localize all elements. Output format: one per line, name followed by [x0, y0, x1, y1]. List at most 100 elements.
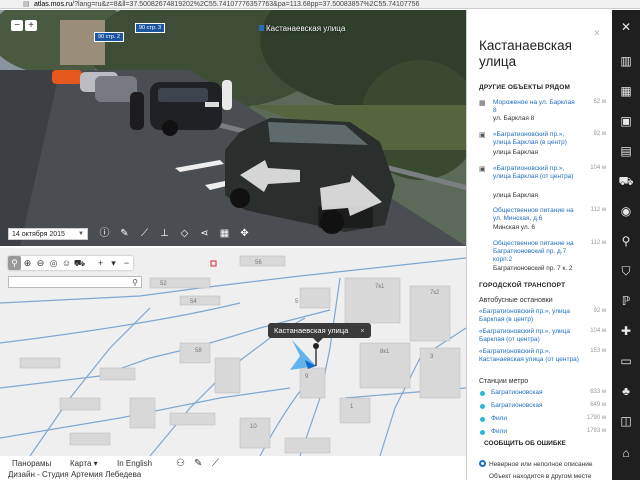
metro-distance: 1790 м [586, 415, 606, 421]
home-icon[interactable]: ⌂ [612, 446, 640, 460]
shop-icon: ▦ [479, 100, 486, 107]
panorama-image [0, 10, 466, 246]
bus-stop-name[interactable]: «Багратионовский пр.», улица Барклая (в … [479, 308, 579, 324]
bicycle-icon[interactable]: ⚲ [612, 234, 640, 248]
bottom-bar: Панорамы Карта ▾ In English ⚇ ✎ ⟋ Дизайн… [0, 456, 466, 480]
map-type-select[interactable]: Карта ▾ [70, 459, 98, 468]
theater-icon[interactable]: ▤ [612, 144, 640, 158]
grid-icon[interactable]: ▦ [218, 227, 231, 240]
separator [86, 256, 94, 270]
nearby-item-distance: 112 м [590, 207, 606, 213]
pano-date-select[interactable]: 14 октября 2015 ▼ [8, 228, 88, 240]
report-option[interactable]: Неверное или неполное описание [479, 460, 593, 468]
bus-icon[interactable]: ▣ [612, 114, 640, 128]
metro-name[interactable]: Багратионовская [491, 389, 543, 396]
nearby-item-name[interactable]: Общественное питание на Багратионовский … [493, 240, 579, 264]
house-badge[interactable]: 90 стр. 2 [94, 32, 125, 42]
tree-icon[interactable]: ♣ [612, 384, 640, 398]
pano-zoom-out-button[interactable]: − [11, 20, 23, 31]
page-icon: ▤ [23, 1, 30, 8]
report-error-button[interactable]: СООБЩИТЬ ОБ ОШИБКЕ [484, 440, 566, 447]
building-label: 10 [250, 424, 257, 430]
building-label: 52 [160, 281, 167, 287]
building-icon[interactable]: ▥ [612, 54, 640, 68]
camera-icon[interactable]: ◫ [612, 414, 640, 428]
nearby-item-distance: 92 м [593, 131, 606, 137]
metro-item[interactable]: Багратионовская 649 м [479, 402, 609, 410]
parking-icon[interactable]: ℙ [612, 294, 640, 308]
shield-icon[interactable]: ⛉ [612, 264, 640, 279]
zoom-out-icon[interactable]: ⊖ [34, 256, 47, 270]
grid-icon[interactable]: ▦ [612, 84, 640, 98]
bus-stop-distance: 153 м [590, 348, 606, 354]
language-link[interactable]: In English [117, 459, 152, 468]
building-label: 58 [195, 348, 202, 354]
pedestrian-icon[interactable]: ⚇ [176, 458, 185, 469]
nearby-item-distance: 62 м [593, 99, 606, 105]
bus-stop-name[interactable]: «Багратионовский пр.», Кастанаевская ули… [479, 348, 579, 364]
nearby-item-name[interactable]: «Багратионовский пр.», улица Барклая (в … [493, 131, 579, 147]
ruler-icon[interactable]: ✎ [194, 458, 202, 469]
area-icon[interactable]: ◇ [178, 227, 191, 240]
map-type-label: Карта [70, 459, 92, 468]
nearby-item-address: ул. Барклая 8 [493, 115, 535, 122]
car-icon[interactable]: ⛟ [73, 256, 86, 270]
zoom-in-icon[interactable]: ⊕ [21, 256, 34, 270]
building-label: 54 [190, 299, 197, 305]
health-icon[interactable]: ✚ [612, 324, 640, 338]
metro-distance: 649 м [590, 402, 606, 408]
pano-tools: ⓘ ✎ ⟋ ⊥ ◇ ⋖ ▦ ✥ [98, 227, 251, 240]
pano-date-value: 14 октября 2015 [12, 231, 65, 238]
metro-item[interactable]: Фили 1790 м [479, 415, 609, 423]
minus-icon[interactable]: − [120, 256, 133, 270]
transport-heading: ГОРОДСКОЙ ТРАНСПОРТ [479, 282, 566, 289]
chevron-down-icon[interactable]: ▾ [107, 256, 120, 270]
nearby-item-name[interactable]: Мороженое на ул. Барклая 8 [493, 99, 579, 115]
plus-icon[interactable]: + [94, 256, 107, 270]
layers-icon[interactable]: ◎ [47, 256, 60, 270]
metro-name[interactable]: Фили [491, 428, 507, 435]
building-label: 7к1 [375, 284, 385, 290]
map-search-input[interactable]: ⚲ [8, 276, 142, 288]
house-badge[interactable]: 90 стр. 3 [135, 23, 166, 33]
draw-icon[interactable]: ⟋ [212, 458, 219, 469]
panel-title: Кастанаевская улица [479, 38, 572, 69]
pano-street-title: Кастанаевская улица [258, 24, 346, 33]
height-icon[interactable]: ⊥ [158, 227, 171, 240]
pin-icon[interactable]: ◉ [612, 204, 640, 218]
info-panel: × Кастанаевская улица ДРУГИЕ ОБЪЕКТЫ РЯД… [466, 10, 612, 480]
nearby-item-name[interactable]: Общественное питание на ул. Минская, д.6 [493, 207, 579, 223]
building-label: 7к2 [430, 290, 440, 296]
pano-zoom-in-button[interactable]: + [25, 20, 37, 31]
credits[interactable]: Дизайн - Студия Артемия Лебедева [8, 470, 141, 479]
metro-distance: 1793 м [586, 428, 606, 434]
search-icon[interactable]: ⚲ [132, 277, 138, 288]
measure-angle-icon[interactable]: ⟋ [138, 227, 151, 240]
city-map[interactable]: 52 54 56 7к1 7к2 5 8к1 3 1 9 10 58 ⚲ ⊕ ⊖… [0, 248, 466, 456]
nearby-item-name[interactable]: «Багратионовский пр.», улица Барклая (от… [493, 165, 579, 181]
search-icon[interactable]: ⚲ [8, 256, 21, 270]
school-icon[interactable]: ▭ [612, 354, 640, 368]
share-icon[interactable]: ⋖ [198, 227, 211, 240]
car-icon[interactable]: ⛟ [612, 174, 640, 190]
ruler-icon[interactable]: ✎ [118, 227, 131, 240]
close-icon[interactable]: ✕ [612, 20, 640, 34]
bus-icon: ▣ [479, 166, 486, 173]
url-text[interactable]: atlas.mos.ru/?lang=ru&z=8&ll=37.50082674… [34, 0, 419, 9]
info-icon[interactable]: ⓘ [98, 227, 111, 240]
street-panorama[interactable]: − + 90 стр. 2 90 стр. 3 Кастанаевская ул… [0, 10, 466, 246]
metro-item[interactable]: Фили 1793 м [479, 428, 609, 436]
report-option[interactable]: Объект находится в другом месте [479, 472, 592, 480]
address-bar[interactable]: ▤ atlas.mos.ru/?lang=ru&z=8&ll=37.500826… [0, 0, 640, 9]
metro-name[interactable]: Фили [491, 415, 507, 422]
move-icon[interactable]: ✥ [238, 227, 251, 240]
building-label: 8к1 [380, 349, 390, 355]
metro-item[interactable]: Багратионовская 633 м [479, 389, 609, 397]
bus-stop-name[interactable]: «Багратионовский пр.», улица Барклая (от… [479, 328, 579, 344]
radio-selected[interactable] [479, 460, 486, 467]
pedestrian-icon[interactable]: ☺ [60, 256, 73, 270]
metro-name[interactable]: Багратионовская [491, 402, 543, 409]
nearby-item-address: Минская ул. 6 [493, 224, 535, 231]
close-icon[interactable]: × [360, 328, 364, 335]
panoramas-toggle[interactable]: Панорамы [12, 459, 51, 468]
